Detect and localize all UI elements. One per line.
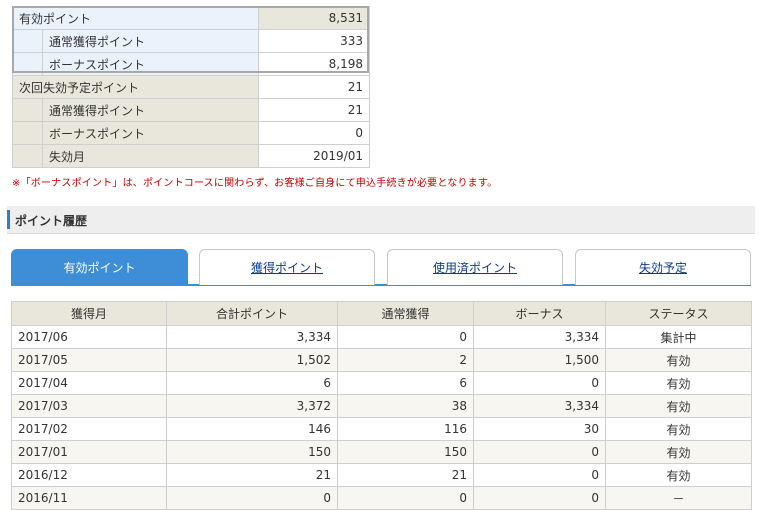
table-row: 2017/02 146 116 30 有効	[11, 417, 752, 441]
table-row: 2017/04 6 6 0 有効	[11, 371, 752, 395]
cell-status: 有効	[605, 348, 752, 372]
summary-row-next-expire: 次回失効予定ポイント 21	[11, 75, 371, 99]
section-accent-bar	[7, 210, 10, 229]
cell-status: 集計中	[605, 325, 752, 349]
next-expire-value: 21	[258, 75, 371, 99]
cell-bonus: 0	[473, 371, 606, 395]
cell-total: 150	[166, 440, 338, 464]
valid-bonus-value: 8,198	[258, 52, 371, 76]
next-expire-label: 次回失効予定ポイント	[11, 75, 260, 99]
indent-cell	[12, 98, 43, 122]
history-header-row: 獲得月 合計ポイント 通常獲得 ボーナス ステータス	[11, 301, 752, 326]
cell-month: 2016/12	[11, 463, 167, 487]
col-header-month: 獲得月	[11, 301, 167, 326]
cell-normal: 38	[337, 394, 474, 418]
cell-bonus: 0	[473, 440, 606, 464]
expire-bonus-label: ボーナスポイント	[41, 121, 260, 145]
col-header-total: 合計ポイント	[166, 301, 338, 326]
cell-normal: 0	[337, 486, 474, 510]
summary-row-expire-month: 失効月 2019/01	[12, 144, 371, 168]
cell-normal: 0	[337, 325, 474, 349]
indent-cell	[12, 52, 43, 76]
cell-month: 2017/02	[11, 417, 167, 441]
cell-bonus: 3,334	[473, 394, 606, 418]
table-row: 2016/12 21 21 0 有効	[11, 463, 752, 487]
table-row: 2016/11 0 0 0 －	[11, 486, 752, 510]
cell-bonus: 0	[473, 463, 606, 487]
cell-normal: 116	[337, 417, 474, 441]
tab-link[interactable]: 使用済ポイント	[433, 261, 517, 275]
cell-status: 有効	[605, 371, 752, 395]
cell-month: 2016/11	[11, 486, 167, 510]
indent-cell	[12, 29, 43, 53]
indent-cell	[12, 121, 43, 145]
cell-status: 有効	[605, 463, 752, 487]
cell-total: 146	[166, 417, 338, 441]
cell-total: 1,502	[166, 348, 338, 372]
col-header-bonus: ボーナス	[473, 301, 606, 326]
cell-month: 2017/05	[11, 348, 167, 372]
cell-total: 21	[166, 463, 338, 487]
summary-row-valid-bonus: ボーナスポイント 8,198	[12, 52, 371, 76]
points-history-table: 獲得月 合計ポイント 通常獲得 ボーナス ステータス 2017/06 3,334…	[11, 301, 752, 510]
expire-normal-value: 21	[258, 98, 371, 122]
cell-total: 3,372	[166, 394, 338, 418]
cell-normal: 150	[337, 440, 474, 464]
summary-row-valid: 有効ポイント 8,531	[11, 6, 371, 30]
valid-bonus-label: ボーナスポイント	[41, 52, 260, 76]
table-row: 2017/06 3,334 0 3,334 集計中	[11, 325, 752, 349]
expire-month-value: 2019/01	[258, 144, 371, 168]
table-row: 2017/03 3,372 38 3,334 有効	[11, 394, 752, 418]
cell-bonus: 30	[473, 417, 606, 441]
tab-link[interactable]: 失効予定	[639, 261, 687, 275]
col-header-status: ステータス	[605, 301, 752, 326]
table-row: 2017/01 150 150 0 有効	[11, 440, 752, 464]
valid-points-label: 有効ポイント	[11, 6, 260, 30]
tab-label: 有効ポイント	[63, 261, 136, 275]
bonus-note: ※「ボーナスポイント」は、ポイントコースに関わらず、お客様ご自身にて申込手続きが…	[12, 178, 498, 189]
valid-points-value: 8,531	[258, 6, 371, 30]
cell-normal: 6	[337, 371, 474, 395]
cell-status: 有効	[605, 440, 752, 464]
tab-used-points[interactable]: 使用済ポイント	[387, 249, 563, 285]
section-header: ポイント履歴	[7, 206, 755, 234]
cell-status: 有効	[605, 417, 752, 441]
cell-status: 有効	[605, 394, 752, 418]
summary-row-expire-normal: 通常獲得ポイント 21	[12, 98, 371, 122]
cell-month: 2017/03	[11, 394, 167, 418]
tab-earned-points[interactable]: 獲得ポイント	[199, 249, 375, 285]
cell-normal: 2	[337, 348, 474, 372]
expire-month-label: 失効月	[41, 144, 260, 168]
cell-total: 0	[166, 486, 338, 510]
summary-row-expire-bonus: ボーナスポイント 0	[12, 121, 371, 145]
expire-normal-label: 通常獲得ポイント	[41, 98, 260, 122]
indent-cell	[12, 144, 43, 168]
cell-total: 6	[166, 371, 338, 395]
col-header-normal: 通常獲得	[337, 301, 474, 326]
cell-month: 2017/06	[11, 325, 167, 349]
tab-expire-schedule[interactable]: 失効予定	[575, 249, 751, 285]
points-summary-table: 有効ポイント 8,531 通常獲得ポイント 333 ボーナスポイント 8,198…	[11, 6, 371, 168]
cell-normal: 21	[337, 463, 474, 487]
tab-link[interactable]: 獲得ポイント	[251, 261, 323, 275]
table-row: 2017/05 1,502 2 1,500 有効	[11, 348, 752, 372]
cell-bonus: 1,500	[473, 348, 606, 372]
summary-row-valid-normal: 通常獲得ポイント 333	[12, 29, 371, 53]
cell-status: －	[605, 486, 752, 510]
cell-bonus: 3,334	[473, 325, 606, 349]
cell-total: 3,334	[166, 325, 338, 349]
cell-month: 2017/04	[11, 371, 167, 395]
cell-bonus: 0	[473, 486, 606, 510]
valid-normal-label: 通常獲得ポイント	[41, 29, 260, 53]
tab-valid-points[interactable]: 有効ポイント	[11, 249, 188, 285]
section-title: ポイント履歴	[15, 214, 88, 228]
expire-bonus-value: 0	[258, 121, 371, 145]
valid-normal-value: 333	[258, 29, 371, 53]
cell-month: 2017/01	[11, 440, 167, 464]
